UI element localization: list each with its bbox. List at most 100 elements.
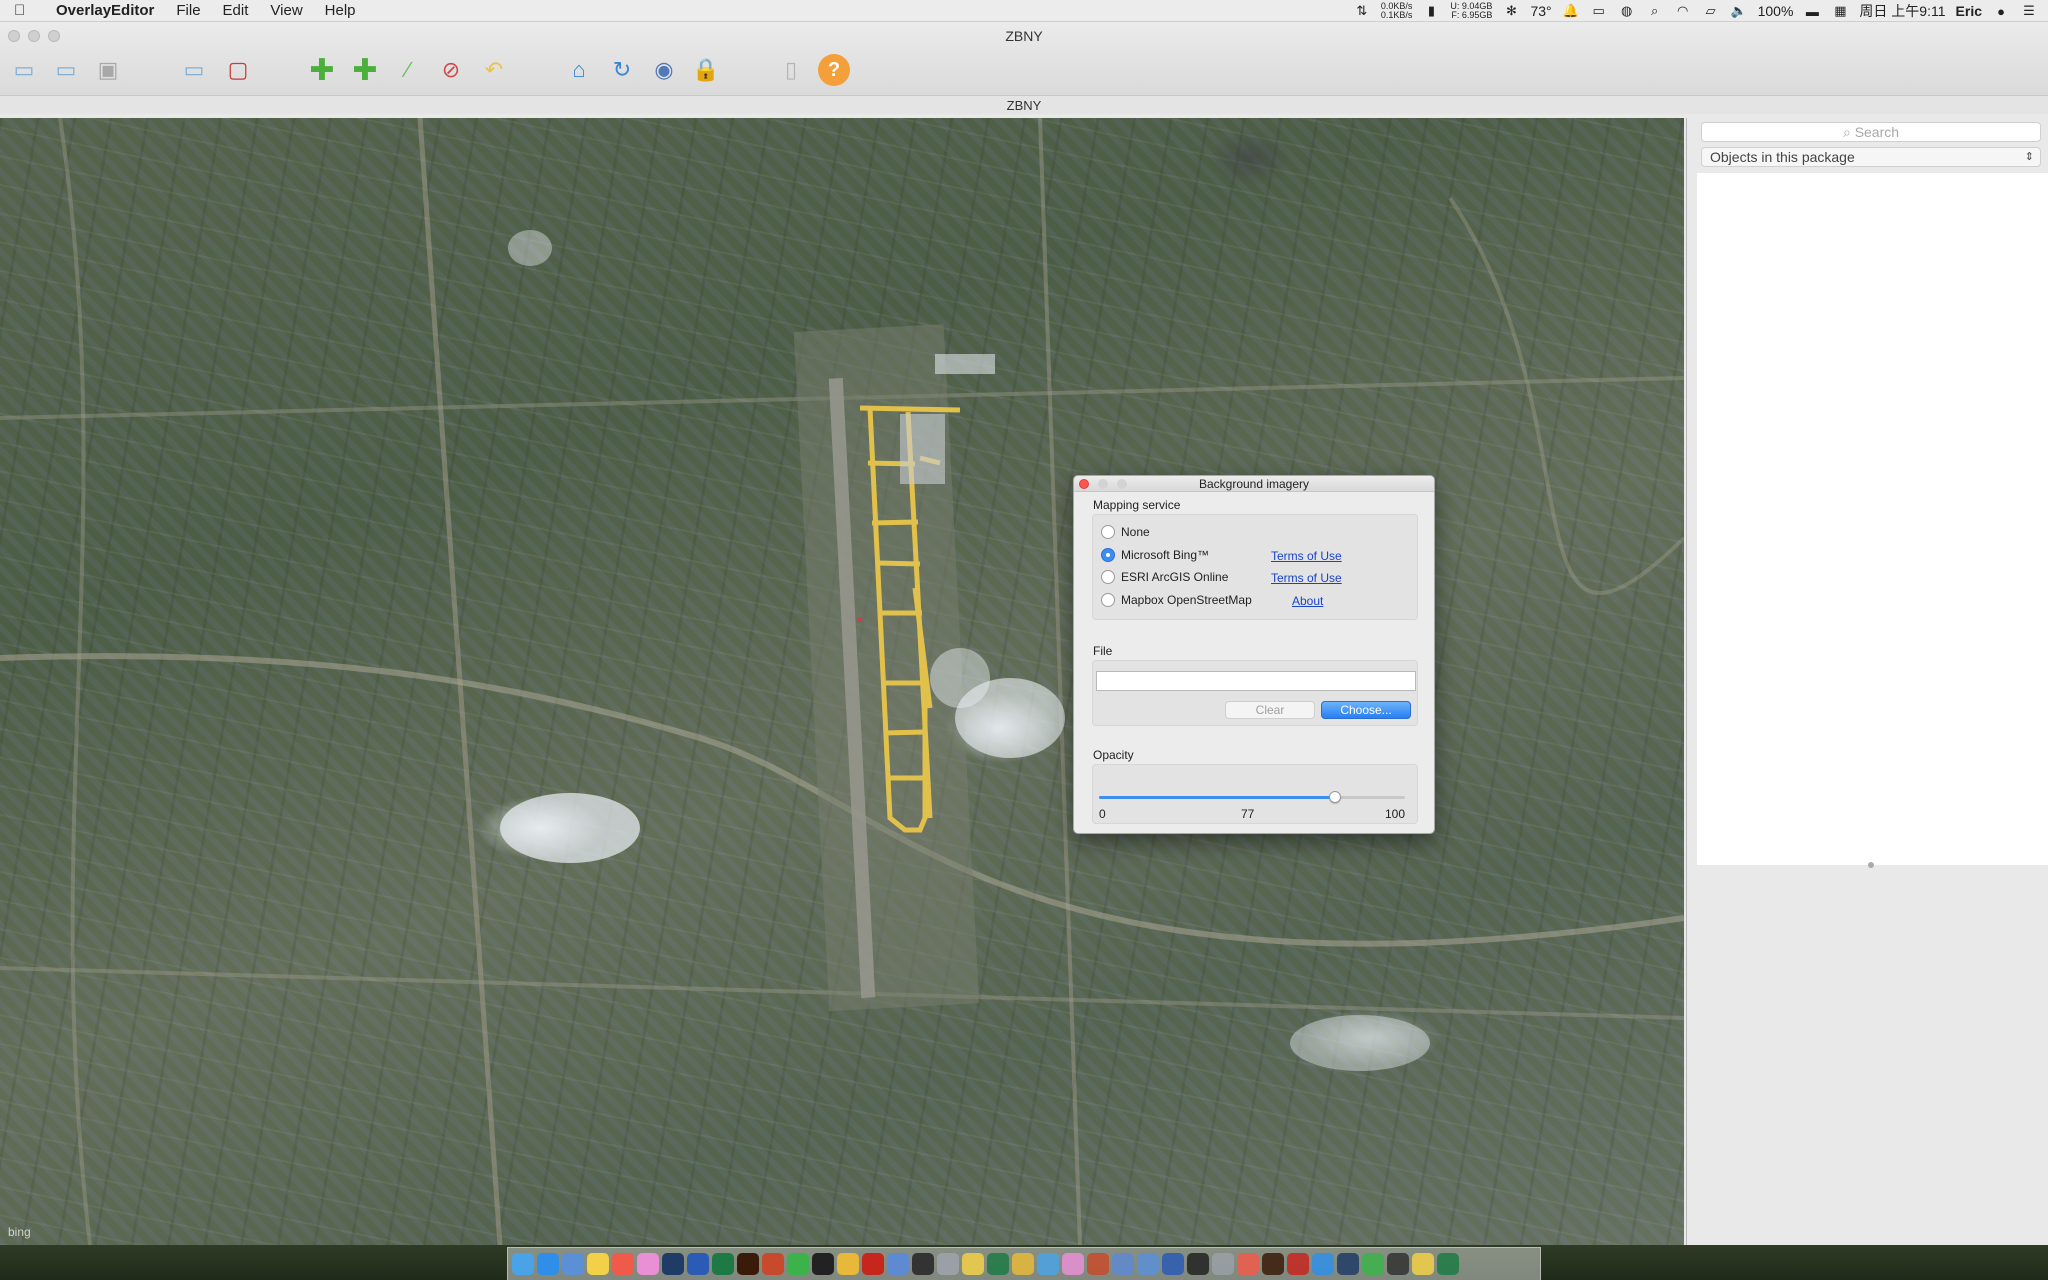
dock-app-icon[interactable] [1362, 1253, 1384, 1275]
add-object-icon[interactable]: ✚ [306, 54, 338, 87]
service-option-bing[interactable]: Microsoft Bing™ [1101, 546, 1209, 564]
dock-app-chrome[interactable] [837, 1253, 859, 1275]
dock-app-icon[interactable] [1437, 1253, 1459, 1275]
opacity-slider[interactable] [1099, 791, 1405, 803]
delete-icon[interactable]: ⊘ [435, 54, 467, 86]
blank-icon[interactable]: ▯ [775, 54, 807, 86]
export-icon[interactable]: ▢ [222, 54, 254, 86]
dock-app-word[interactable] [687, 1253, 709, 1275]
dock-app-steam[interactable] [662, 1253, 684, 1275]
dock-app-icon[interactable] [1137, 1253, 1159, 1275]
dialog-close-button[interactable] [1079, 479, 1089, 489]
dock-app-excel[interactable] [712, 1253, 734, 1275]
siri-icon[interactable]: ● [1992, 4, 2010, 19]
dock-app-icon[interactable] [1312, 1253, 1334, 1275]
temperature[interactable]: 73° [1530, 3, 1551, 19]
service-option-esri[interactable]: ESRI ArcGIS Online [1101, 568, 1228, 586]
menu-edit[interactable]: Edit [212, 0, 260, 22]
file-path-input[interactable] [1096, 671, 1416, 691]
dock-app-notes[interactable] [587, 1253, 609, 1275]
menu-view[interactable]: View [259, 0, 313, 22]
apple-menu-icon[interactable]:  [14, 2, 44, 19]
mapbox-about-link[interactable]: About [1292, 594, 1323, 608]
dock-app-terminal[interactable] [912, 1253, 934, 1275]
add-facade-icon[interactable]: ✚ [349, 54, 381, 87]
radio-button-selected[interactable] [1101, 548, 1115, 562]
dock-app-mail[interactable] [562, 1253, 584, 1275]
dock-app-finder[interactable] [512, 1253, 534, 1275]
opacity-slider-knob[interactable] [1328, 791, 1341, 803]
dock-app-icon[interactable] [1262, 1253, 1284, 1275]
radio-button[interactable] [1101, 593, 1115, 607]
dialog-title: Background imagery [1198, 477, 1310, 491]
dock-app-icon[interactable] [987, 1253, 1009, 1275]
bing-terms-link[interactable]: Terms of Use [1271, 549, 1342, 563]
dock-app-icon[interactable] [1187, 1253, 1209, 1275]
esri-terms-link[interactable]: Terms of Use [1271, 571, 1342, 585]
wechat-icon[interactable]: ◍ [1618, 3, 1636, 18]
menu-help[interactable]: Help [314, 0, 367, 22]
dock-app-acrobat[interactable] [862, 1253, 884, 1275]
input-source-flag-icon[interactable]: ▦ [1831, 3, 1849, 18]
dock-app-qq[interactable] [812, 1253, 834, 1275]
service-option-none[interactable]: None [1101, 523, 1150, 541]
service-option-mapbox[interactable]: Mapbox OpenStreetMap [1101, 591, 1252, 609]
dock-app-photos[interactable] [637, 1253, 659, 1275]
rotate-icon[interactable]: ↻ [606, 54, 638, 86]
volume-icon[interactable]: 🔈 [1730, 3, 1748, 18]
dock-app-icon[interactable] [1237, 1253, 1259, 1275]
airplay-icon[interactable]: ▱ [1702, 3, 1720, 18]
dock-app-safari[interactable] [537, 1253, 559, 1275]
dock-app-icon[interactable] [962, 1253, 984, 1275]
display-icon[interactable]: ▭ [1590, 3, 1608, 18]
dock-app-icon[interactable] [1162, 1253, 1184, 1275]
dock-app-icon[interactable] [1087, 1253, 1109, 1275]
dock-app-icon[interactable] [1337, 1253, 1359, 1275]
dock-app-icon[interactable] [1387, 1253, 1409, 1275]
radio-button[interactable] [1101, 525, 1115, 539]
menu-file[interactable]: File [165, 0, 211, 22]
service-label: Microsoft Bing™ [1121, 548, 1210, 562]
split-handle[interactable] [1868, 862, 1874, 868]
dock-app-icon[interactable] [1062, 1253, 1084, 1275]
objects-selector[interactable]: Objects in this package ⇕ [1701, 147, 2041, 167]
undo-icon[interactable]: ↶ [478, 54, 510, 86]
battery-icon[interactable]: ▬ [1803, 4, 1821, 19]
locate-icon[interactable]: ⌂ [563, 54, 595, 86]
dock-app-wechat[interactable] [787, 1253, 809, 1275]
help-icon[interactable]: ? [818, 54, 850, 86]
dock-app-icon[interactable] [1412, 1253, 1434, 1275]
background-imagery-icon[interactable]: ◉ [648, 54, 680, 86]
dock-app-icon[interactable] [1112, 1253, 1134, 1275]
notification-bell-icon[interactable]: 🔔 [1562, 3, 1580, 18]
notification-center-icon[interactable]: ☰ [2020, 3, 2038, 18]
choose-button[interactable]: Choose... [1321, 701, 1411, 719]
clear-button[interactable]: Clear [1225, 701, 1315, 719]
opacity-value-label: 77 [1241, 807, 1255, 821]
wifi-icon[interactable]: ◠ [1674, 3, 1692, 18]
battery-percent[interactable]: 100% [1758, 3, 1794, 19]
import-icon[interactable]: ▭ [178, 54, 210, 86]
dock-app-icon[interactable] [1287, 1253, 1309, 1275]
menu-app[interactable]: OverlayEditor [44, 0, 165, 22]
fan-icon[interactable]: ✻ [1502, 3, 1520, 18]
dock-app-powerpoint[interactable] [762, 1253, 784, 1275]
save-package-icon[interactable]: ▣ [92, 54, 124, 86]
search-icon[interactable]: ⌕ [1646, 3, 1664, 18]
dock-app-calendar[interactable] [612, 1253, 634, 1275]
lock-icon[interactable]: 🔒 [690, 54, 722, 86]
dock-app-icon[interactable] [1012, 1253, 1034, 1275]
edit-path-icon[interactable]: ∕ [392, 54, 424, 86]
search-field[interactable]: ⌕ Search [1701, 122, 2041, 142]
clock[interactable]: 周日 上午9:11 [1859, 1, 1945, 21]
dock-app-icon[interactable] [1037, 1253, 1059, 1275]
dock-app-illustrator[interactable] [737, 1253, 759, 1275]
objects-list[interactable] [1697, 173, 2048, 865]
radio-button[interactable] [1101, 570, 1115, 584]
new-package-icon[interactable]: ▭ [8, 54, 40, 86]
dock-app-preview[interactable] [887, 1253, 909, 1275]
user-name[interactable]: Eric [1956, 3, 1982, 19]
open-package-icon[interactable]: ▭ [50, 54, 82, 86]
dock-app-icon[interactable] [1212, 1253, 1234, 1275]
dock-app-trash[interactable] [937, 1253, 959, 1275]
